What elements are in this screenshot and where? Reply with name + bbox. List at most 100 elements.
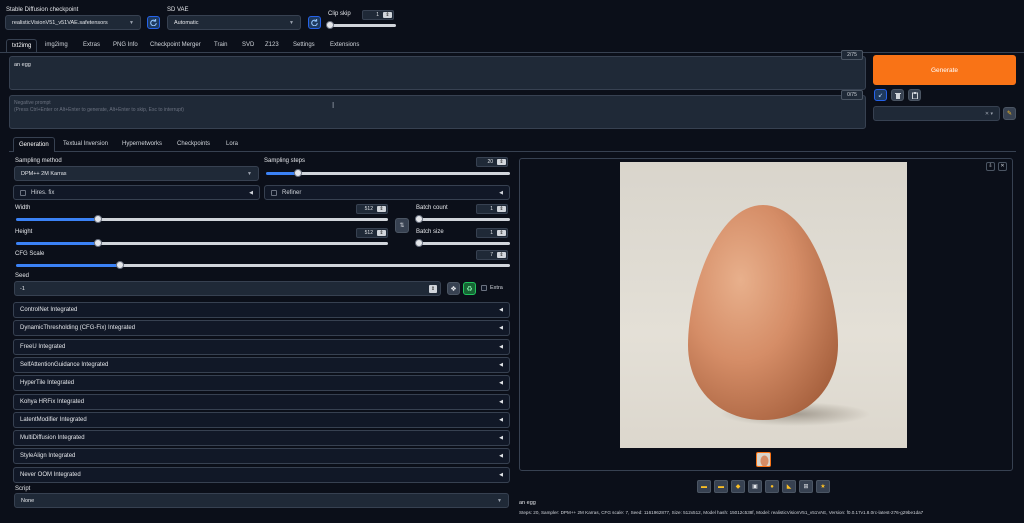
styles-select[interactable]: ✕ ▾ bbox=[873, 106, 1000, 121]
accordion-hypertile-integrated[interactable]: HyperTile Integrated ◀ bbox=[13, 375, 510, 392]
accordion-latentmodifier-integrated[interactable]: LatentModifier Integrated ◀ bbox=[13, 411, 510, 428]
reuse-seed-button[interactable]: ♻ bbox=[463, 282, 476, 295]
accordion-label: LatentModifier Integrated bbox=[20, 416, 87, 423]
slider-track bbox=[419, 218, 510, 221]
accordion-controlnet-integrated[interactable]: ControlNet Integrated ◀ bbox=[13, 302, 510, 318]
subtab-hypernetworks[interactable]: Hypernetworks bbox=[117, 137, 167, 152]
send-to-img2img-button[interactable]: ▣ bbox=[748, 480, 762, 493]
slider-knob[interactable] bbox=[415, 215, 423, 223]
trash-button[interactable] bbox=[891, 89, 904, 101]
batch-size-label: Batch size bbox=[416, 229, 444, 235]
negative-prompt-input[interactable]: Negative prompt (Press Ctrl+Enter or Alt… bbox=[9, 95, 866, 129]
slider-knob[interactable] bbox=[415, 239, 423, 247]
accordion-label: ControlNet Integrated bbox=[20, 307, 78, 313]
hires-fix-accordion[interactable]: Hires. fix ◀ bbox=[13, 185, 260, 200]
width-input[interactable]: 512 ⇕ bbox=[356, 204, 388, 214]
prompt-input[interactable]: an egg bbox=[9, 56, 866, 90]
refiner-checkbox[interactable] bbox=[271, 189, 277, 196]
seed-input[interactable]: -1 ⇕ bbox=[14, 281, 441, 296]
tab-txt2img[interactable]: txt2img bbox=[6, 39, 38, 52]
clip-skip-slider[interactable] bbox=[326, 21, 396, 29]
slider-knob[interactable] bbox=[115, 261, 124, 269]
chevron-down-icon: ▼ bbox=[247, 170, 252, 177]
accordion-selfattentionguidance-integrated[interactable]: SelfAttentionGuidance Integrated ◀ bbox=[13, 356, 510, 373]
send-to-extras-button[interactable]: ◣ bbox=[782, 480, 796, 493]
extra-checkbox[interactable] bbox=[481, 285, 487, 291]
tab-z123[interactable]: Z123 bbox=[260, 39, 284, 52]
clip-skip-input[interactable]: 1 ⇕ bbox=[362, 10, 394, 20]
favorite-button[interactable]: ★ bbox=[816, 480, 830, 493]
collapse-triangle-icon: ◀ bbox=[499, 189, 503, 196]
random-seed-button[interactable]: ❖ bbox=[447, 282, 460, 295]
extra-seed-toggle[interactable]: Extra bbox=[481, 285, 503, 291]
generated-image[interactable] bbox=[620, 162, 907, 448]
accordion-label: StyleAlign Integrated bbox=[20, 453, 76, 460]
script-select[interactable]: None ▼ bbox=[14, 493, 509, 508]
sampling-method-select[interactable]: DPM++ 2M Karras ▼ bbox=[14, 166, 259, 181]
clipboard-icon bbox=[911, 91, 918, 99]
tab-checkpoint-merger[interactable]: Checkpoint Merger bbox=[145, 39, 206, 52]
hires-fix-checkbox[interactable] bbox=[20, 189, 26, 196]
refresh-vae-button[interactable] bbox=[308, 16, 321, 29]
accordion-multidiffusion-integrated[interactable]: MultiDiffusion Integrated ◀ bbox=[13, 430, 510, 447]
slider-knob[interactable] bbox=[93, 215, 102, 223]
ruler-icon: ◣ bbox=[786, 484, 792, 490]
prompt-text: an egg bbox=[14, 62, 31, 68]
sampling-steps-input[interactable]: 20 ⇕ bbox=[476, 157, 508, 167]
tab-settings[interactable]: Settings bbox=[288, 39, 320, 52]
vae-select[interactable]: Automatic ▼ bbox=[167, 15, 301, 30]
save-button[interactable]: ▬ bbox=[714, 480, 728, 493]
refresh-checkpoint-button[interactable] bbox=[147, 16, 160, 29]
accordion-dynamicthresholding-cfg-fix-integrated[interactable]: DynamicThresholding (CFG-Fix) Integrated… bbox=[13, 320, 510, 337]
send-to-controlnet-button[interactable]: ⊞ bbox=[799, 480, 813, 493]
subtab-lora[interactable]: Lora bbox=[221, 137, 243, 152]
slider-track bbox=[419, 242, 510, 245]
cfg-scale-slider[interactable] bbox=[16, 261, 510, 269]
tab-extras[interactable]: Extras bbox=[78, 39, 105, 52]
slider-knob[interactable] bbox=[93, 239, 102, 247]
send-to-inpaint-button[interactable]: ● bbox=[765, 480, 779, 493]
width-slider[interactable] bbox=[16, 215, 388, 223]
height-slider[interactable] bbox=[16, 239, 388, 247]
zip-button[interactable]: ◆ bbox=[731, 480, 745, 493]
image-thumbnail[interactable] bbox=[756, 452, 771, 467]
accordion-freeu-integrated[interactable]: FreeU Integrated ◀ bbox=[13, 338, 510, 355]
collapse-triangle-icon: ◀ bbox=[249, 189, 253, 196]
width-value: 512 bbox=[364, 206, 373, 212]
generate-button[interactable]: Generate bbox=[873, 55, 1016, 85]
subtab-textual-inversion[interactable]: Textual Inversion bbox=[58, 137, 113, 152]
tab-png-info[interactable]: PNG Info bbox=[108, 39, 143, 52]
slider-track bbox=[330, 24, 396, 27]
batch-size-slider[interactable] bbox=[415, 239, 510, 247]
accordion-kohya-hrfix-integrated[interactable]: Kohya HRFix Integrated ◀ bbox=[13, 393, 510, 410]
slider-knob[interactable] bbox=[293, 169, 302, 177]
tab-img2img[interactable]: img2img bbox=[40, 39, 73, 52]
script-value: None bbox=[21, 497, 35, 504]
batch-size-input[interactable]: 1 ⇕ bbox=[476, 228, 508, 238]
stepper-icon: ⇕ bbox=[377, 206, 386, 212]
slider-knob[interactable] bbox=[326, 21, 334, 29]
subtab-checkpoints[interactable]: Checkpoints bbox=[172, 137, 215, 152]
egg-image bbox=[688, 205, 870, 426]
read-params-button[interactable]: ↙ bbox=[874, 89, 887, 101]
open-folder-button[interactable]: ▬ bbox=[697, 480, 711, 493]
tab-svd[interactable]: SVD bbox=[237, 39, 259, 52]
batch-count-slider[interactable] bbox=[415, 215, 510, 223]
subtab-generation[interactable]: Generation bbox=[13, 137, 55, 152]
refiner-accordion[interactable]: Refiner ◀ bbox=[264, 185, 510, 200]
download-icon[interactable]: ⇩ bbox=[986, 162, 995, 171]
sampling-steps-slider[interactable] bbox=[266, 169, 510, 177]
close-icon[interactable]: ✕ bbox=[998, 162, 1007, 171]
styles-button[interactable] bbox=[908, 89, 921, 101]
tab-train[interactable]: Train bbox=[209, 39, 232, 52]
accordion-never-oom-integrated[interactable]: Never OOM Integrated ◀ bbox=[13, 466, 510, 483]
cfg-scale-input[interactable]: 7 ⇕ bbox=[476, 250, 508, 260]
swap-dimensions-button[interactable]: ⇅ bbox=[395, 218, 409, 233]
accordion-stylealign-integrated[interactable]: StyleAlign Integrated ◀ bbox=[13, 448, 510, 465]
edit-styles-button[interactable]: ✎ bbox=[1003, 107, 1016, 120]
clip-skip-value: 1 bbox=[376, 12, 379, 18]
batch-count-input[interactable]: 1 ⇕ bbox=[476, 204, 508, 214]
tab-extensions[interactable]: Extensions bbox=[325, 39, 364, 52]
checkpoint-select[interactable]: realisticVisionV51_v51VAE.safetensors ▼ bbox=[5, 15, 141, 30]
height-input[interactable]: 512 ⇕ bbox=[356, 228, 388, 238]
